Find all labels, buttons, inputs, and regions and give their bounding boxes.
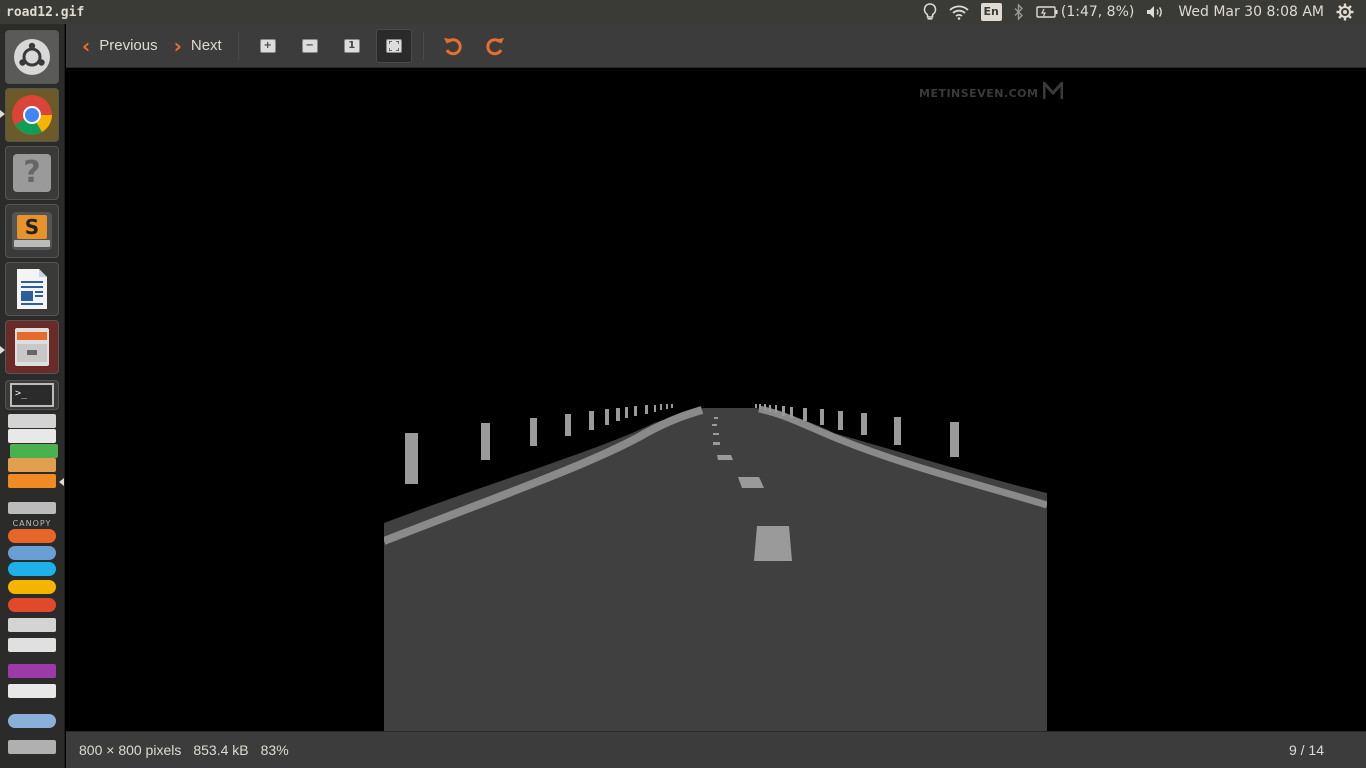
image-file-size: 853.4 kB (193, 742, 249, 758)
next-button[interactable]: › Next (166, 29, 230, 63)
network-icon[interactable] (8, 546, 56, 560)
wifi-icon[interactable] (948, 0, 969, 24)
bluetooth-icon[interactable] (1014, 0, 1024, 24)
image-zoom: 83% (260, 742, 289, 758)
top-panel: road12.gif En (1:47, 8%) Wed Mar 30 8:08… (0, 0, 1366, 24)
scanner-icon[interactable] (8, 618, 56, 632)
media-icon[interactable] (8, 664, 56, 678)
libreoffice-writer-icon[interactable] (5, 262, 59, 316)
image-dimensions: 800 × 800 pixels (79, 742, 182, 758)
canopy-icon[interactable] (8, 502, 56, 514)
road-image (384, 68, 1047, 731)
battery-indicator[interactable]: (1:47, 8%) (1036, 0, 1134, 24)
office-impress-icon[interactable] (10, 444, 58, 458)
sublime-text-icon[interactable]: S (5, 204, 59, 258)
launcher: ? S >_ CANOPY (0, 24, 65, 768)
terminal-icon[interactable]: >_ (5, 380, 59, 410)
previous-button[interactable]: ‹ Previous (74, 29, 166, 63)
settings-gear-icon[interactable] (1336, 0, 1354, 24)
clock[interactable]: Wed Mar 30 8:08 AM (1178, 0, 1324, 24)
phone-icon[interactable] (8, 684, 56, 698)
help-icon[interactable]: ? (5, 146, 59, 200)
keyboard-layout-indicator[interactable]: En (980, 3, 1002, 21)
document-viewer-icon[interactable] (8, 429, 56, 443)
toolbar-separator (237, 31, 239, 60)
best-fit-button[interactable] (375, 28, 412, 63)
skype-icon[interactable] (8, 562, 56, 576)
chrome-icon[interactable] (5, 88, 59, 142)
rotate-right-button[interactable] (477, 29, 513, 63)
canopy-label: CANOPY (12, 519, 52, 528)
best-fit-icon (385, 38, 402, 53)
battery-text: (1:47, 8%) (1060, 4, 1135, 20)
toolbar-separator (422, 31, 424, 60)
indicator-area: En (1:47, 8%) Wed Mar 30 8:08 AM (917, 0, 1366, 24)
window-title: road12.gif (6, 4, 85, 20)
zoom-out-icon: − (301, 38, 318, 53)
ubuntu-dash-icon[interactable] (5, 30, 59, 84)
normal-size-button[interactable]: 1 (334, 29, 370, 63)
vlc-icon[interactable] (8, 458, 56, 472)
watermark-logo (1042, 79, 1064, 99)
image-info: 800 × 800 pixels 853.4 kB 83% (66, 742, 301, 758)
chrome-beta-icon[interactable] (8, 580, 56, 594)
image-position: 9 / 14 (1288, 742, 1324, 758)
previous-label: Previous (99, 37, 158, 54)
chevron-right-icon: › (173, 33, 182, 58)
file-cabinet-icon[interactable] (5, 320, 59, 374)
zoom-in-button[interactable]: + (250, 29, 286, 63)
screenshot-icon[interactable] (8, 638, 56, 652)
chevron-left-icon: ‹ (82, 33, 91, 58)
lightbulb-icon[interactable] (923, 0, 937, 24)
watermark-text: METINSEVEN.COM (919, 87, 1039, 100)
remmina-icon[interactable] (8, 598, 56, 612)
image-canvas[interactable]: METINSEVEN.COM (66, 68, 1366, 731)
status-bar: 800 × 800 pixels 853.4 kB 83% 9 / 14 (66, 731, 1366, 768)
toolbar: ‹ Previous › Next + − 1 (66, 24, 1366, 68)
text-editor-icon[interactable] (8, 414, 56, 428)
rotate-left-icon (443, 37, 462, 55)
volume-icon[interactable] (1146, 0, 1166, 24)
trash-icon[interactable] (8, 740, 56, 754)
normal-size-icon: 1 (343, 38, 360, 53)
zoom-in-icon: + (259, 38, 276, 53)
zoom-out-button[interactable]: − (292, 29, 328, 63)
firefox-icon[interactable] (8, 529, 56, 543)
next-label: Next (190, 37, 222, 54)
battery-icon (1036, 6, 1058, 18)
rotate-right-icon (486, 37, 504, 55)
vlc-cone-icon[interactable] (8, 474, 56, 488)
disk-icon[interactable] (8, 714, 56, 728)
rotate-left-button[interactable] (435, 29, 471, 63)
watermark: METINSEVEN.COM (919, 79, 1064, 100)
